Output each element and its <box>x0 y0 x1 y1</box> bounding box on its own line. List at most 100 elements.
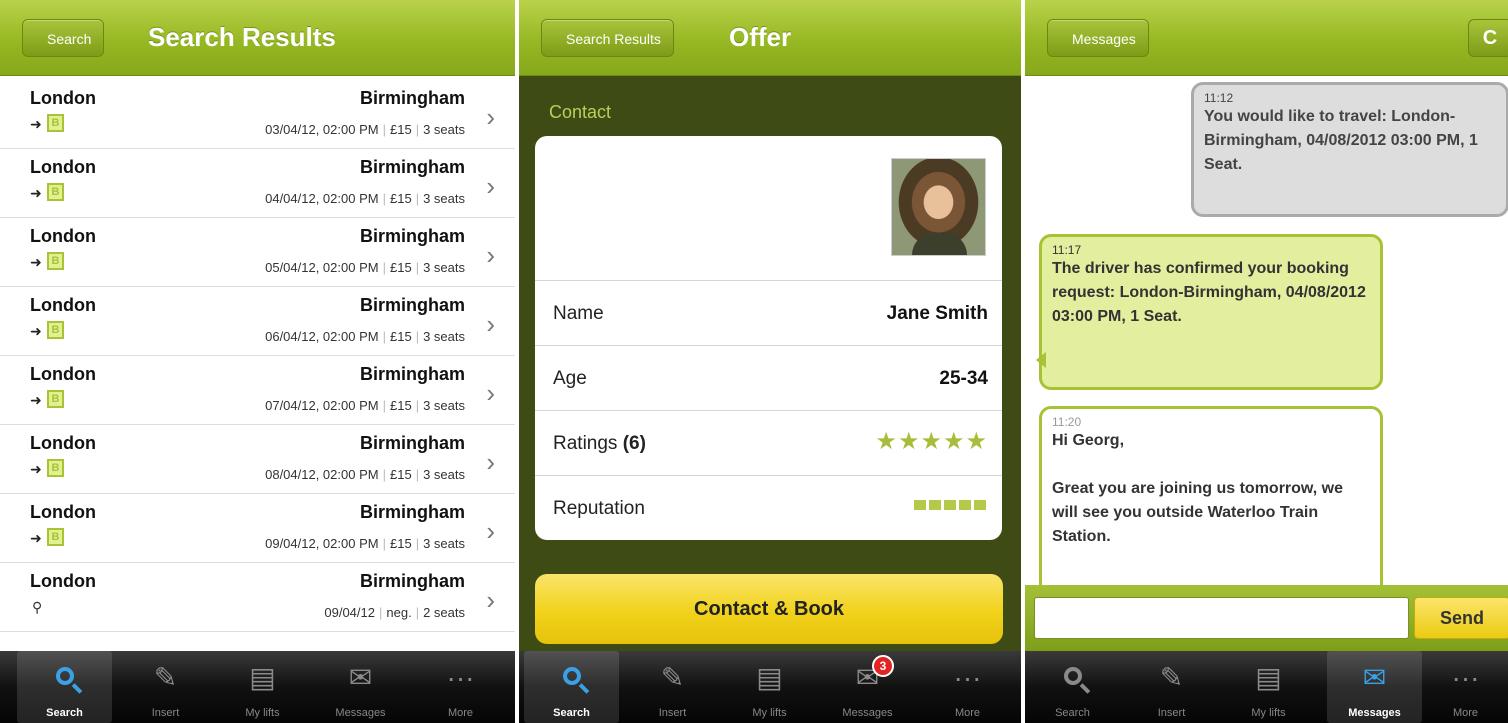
destination: Birmingham <box>359 295 465 315</box>
trip-date: 04/04/12, 02:00 PM <box>265 191 379 206</box>
envelope-icon: ✉ <box>1362 662 1387 693</box>
tab-my-lifts[interactable]: ▤ My lifts <box>1221 651 1316 723</box>
tab-insert[interactable]: ✎ Insert <box>625 651 720 723</box>
trip-date: 07/04/12, 02:00 PM <box>265 398 379 413</box>
page-title: Search Results <box>148 22 336 52</box>
origin: London <box>30 157 96 177</box>
trip-date: 09/04/12, 02:00 PM <box>265 536 379 551</box>
trip-price: £15 <box>389 467 412 482</box>
message-input[interactable] <box>1034 597 1409 639</box>
list-item[interactable]: London Birmingham ➜ B 03/04/12, 02:00 PM | £15… <box>0 80 515 149</box>
tab-bar: Search ✎ Insert ▤ My lifts ✉ Messages ··· More <box>1025 651 1508 723</box>
search-icon <box>524 661 619 695</box>
route-type-badge: B <box>47 252 64 270</box>
trip-seats: 3 seats <box>423 467 465 482</box>
tab-insert[interactable]: ✎ Insert <box>118 651 213 723</box>
more-icon: ··· <box>1451 662 1480 693</box>
list-item[interactable]: London Birmingham ➜ B 09/04/12, 02:00 PM | £15… <box>0 494 515 563</box>
arrow-right-icon: ➜ <box>30 323 42 339</box>
back-button[interactable]: Search <box>22 19 105 57</box>
arrow-right-icon: ➜ <box>30 116 42 132</box>
chevron-right-icon: › <box>486 447 495 477</box>
tab-more[interactable]: ··· More <box>413 651 508 723</box>
tab-messages[interactable]: ✉ Messages <box>1327 651 1422 723</box>
tab-label: More <box>1452 707 1479 719</box>
name-value: Jane Smith <box>886 303 988 324</box>
envelope-icon: ✉ <box>348 662 373 693</box>
tab-more[interactable]: ··· More <box>920 651 1015 723</box>
trip-price: neg. <box>386 605 412 620</box>
ratings-row[interactable]: Ratings (6) ★★★★★ <box>535 410 1002 475</box>
trip-meta: 08/04/12, 02:00 PM | £15 | 3 seats <box>265 467 465 482</box>
back-button[interactable]: Search Results <box>541 19 674 57</box>
reputation-label: Reputation <box>553 498 645 519</box>
message-time: 11:12 <box>1204 91 1234 105</box>
trip-seats: 3 seats <box>423 398 465 413</box>
envelope-icon: ✉ <box>855 662 880 693</box>
chevron-right-icon: › <box>486 309 495 339</box>
destination: Birmingham <box>359 364 465 384</box>
list-item[interactable]: London Birmingham ➜ B 06/04/12, 02:00 PM | £15… <box>0 287 515 356</box>
contact-card: Name Jane Smith Age 25-34 Ratings (6) ★★… <box>535 136 1002 540</box>
pencil-icon: ✎ <box>1159 662 1184 693</box>
refresh-icon[interactable]: C <box>1468 19 1508 57</box>
name-row: Name Jane Smith <box>535 280 1002 345</box>
reputation-row: Reputation <box>535 475 1002 540</box>
contact-book-button[interactable]: Contact & Book <box>535 574 1003 644</box>
tab-search[interactable]: Search <box>524 651 619 723</box>
tab-label: My lifts <box>752 707 787 719</box>
trip-meta: 04/04/12, 02:00 PM | £15 | 3 seats <box>265 191 465 206</box>
message-text: You would like to travel: London-Birming… <box>1204 108 1478 173</box>
name-label: Name <box>553 303 604 324</box>
tab-bar: Search ✎ Insert ▤ My lifts ✉ Messages ··· More <box>0 651 515 723</box>
send-button[interactable]: Send <box>1414 597 1508 639</box>
list-item[interactable]: London Birmingham ⚲ 09/04/12 | neg. | 2 seats › <box>0 563 515 632</box>
tab-label: Search <box>46 707 83 719</box>
destination: Birmingham <box>359 157 465 177</box>
tab-messages[interactable]: ✉ 3 Messages <box>820 651 915 723</box>
tab-my-lifts[interactable]: ▤ My lifts <box>722 651 817 723</box>
tab-more[interactable]: ··· More <box>1418 651 1508 723</box>
unread-badge: 3 <box>872 655 894 677</box>
age-value: 25-34 <box>939 368 988 389</box>
list-item[interactable]: London Birmingham ➜ B 07/04/12, 02:00 PM | £15… <box>0 356 515 425</box>
route-type-badge: B <box>47 390 64 408</box>
trip-date: 06/04/12, 02:00 PM <box>265 329 379 344</box>
list-item[interactable]: London Birmingham ➜ B 08/04/12, 02:00 PM | £15… <box>0 425 515 494</box>
message-bubble-sent: 11:12 You would like to travel: London-B… <box>1191 82 1508 217</box>
document-icon: ▤ <box>756 662 783 693</box>
tab-bar: Search ✎ Insert ▤ My lifts ✉ 3 Messages ··· More <box>519 651 1021 723</box>
tab-label: Insert <box>658 707 687 719</box>
page-title: Offer <box>729 22 792 52</box>
list-item[interactable]: London Birmingham ➜ B 04/04/12, 02:00 PM | £15… <box>0 149 515 218</box>
back-button-label: Messages <box>1072 31 1136 47</box>
list-item[interactable]: London Birmingham ➜ B 05/04/12, 02:00 PM | £15… <box>0 218 515 287</box>
trip-price: £15 <box>389 536 412 551</box>
rating-stars-icon: ★★★★★ <box>875 428 988 455</box>
back-button[interactable]: Messages <box>1047 19 1149 57</box>
search-results-screen: Search Search Results London Birmingham ➜ B… <box>0 0 515 723</box>
destination: Birmingham <box>359 433 465 453</box>
tab-search[interactable]: Search <box>1025 651 1120 723</box>
age-row: Age 25-34 <box>535 345 1002 410</box>
message-bubble-received: 11:20 Hi Georg, Great you are joining us… <box>1039 406 1383 606</box>
ratings-label: Ratings (6) <box>553 433 646 455</box>
messages-screen: Messages C 11:12 You would like to trave… <box>1025 0 1508 723</box>
trip-seats: 2 seats <box>423 605 465 620</box>
arrow-right-icon: ➜ <box>30 254 42 270</box>
message-bubble-received: 11:17 The driver has confirmed your book… <box>1036 234 1383 390</box>
chevron-right-icon: › <box>486 516 495 546</box>
trip-date: 09/04/12 <box>324 605 375 620</box>
trip-price: £15 <box>389 122 412 137</box>
tab-insert[interactable]: ✎ Insert <box>1124 651 1219 723</box>
tab-search[interactable]: Search <box>17 651 112 723</box>
arrow-right-icon: ➜ <box>30 392 42 408</box>
tab-my-lifts[interactable]: ▤ My lifts <box>215 651 310 723</box>
chevron-right-icon: › <box>486 378 495 408</box>
nav-bar: Search Search Results <box>0 0 515 76</box>
tab-messages[interactable]: ✉ Messages <box>313 651 408 723</box>
trip-price: £15 <box>389 398 412 413</box>
tab-label: Search <box>553 707 590 719</box>
trip-date: 08/04/12, 02:00 PM <box>265 467 379 482</box>
origin: London <box>30 502 96 522</box>
